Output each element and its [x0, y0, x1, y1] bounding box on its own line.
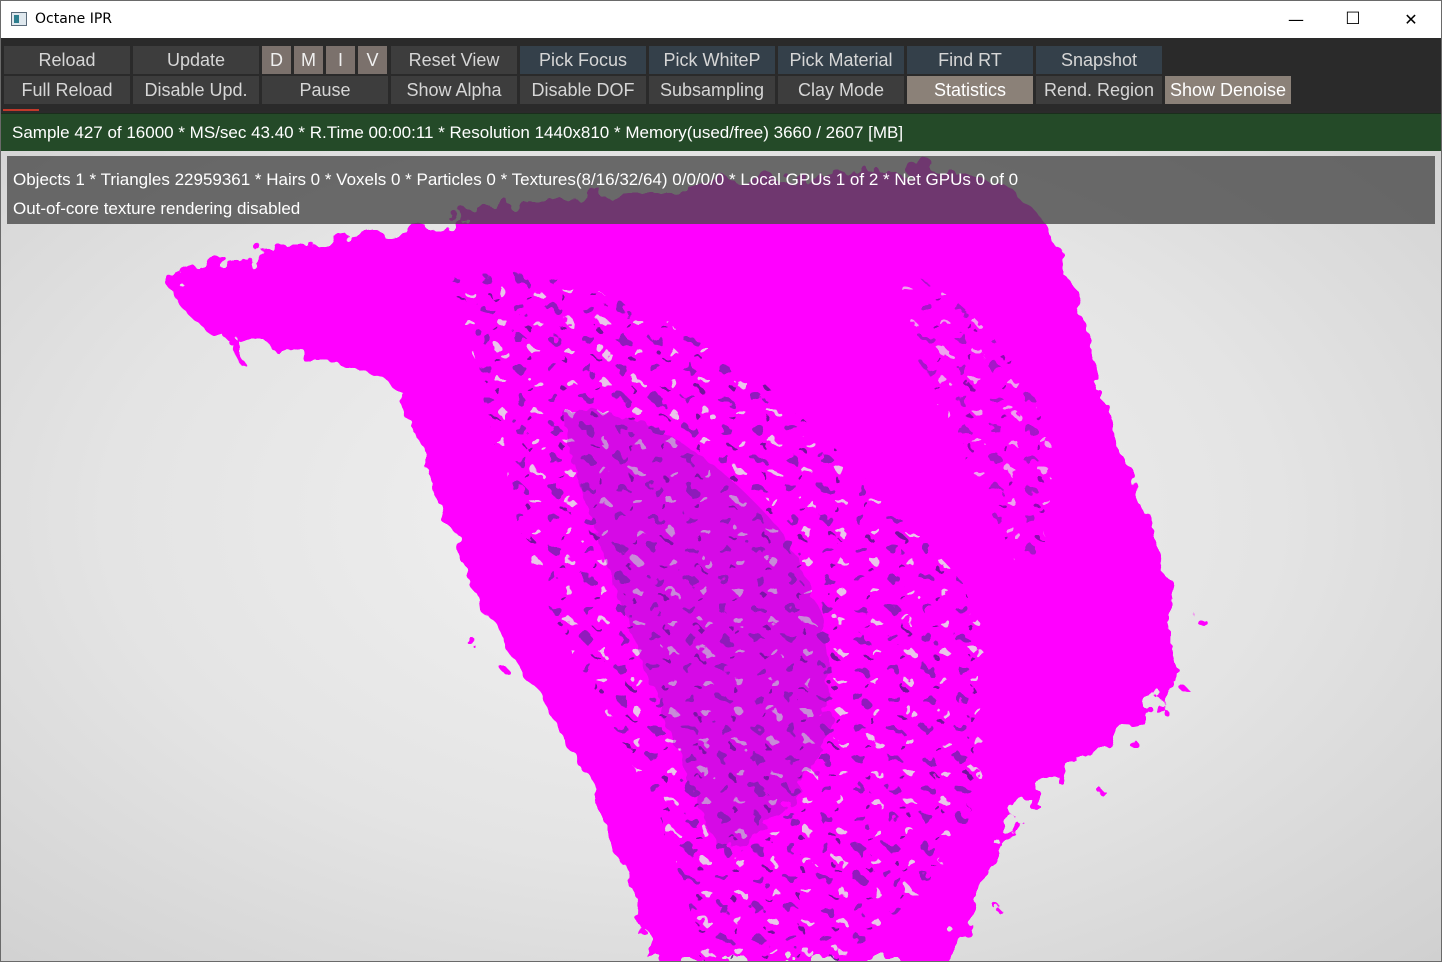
render-status-bar: Sample 427 of 16000 * MS/sec 43.40 * R.T…: [1, 113, 1441, 151]
full-reload-button[interactable]: Full Reload: [4, 76, 130, 104]
render-region-button[interactable]: Rend. Region: [1036, 76, 1162, 104]
title-bar[interactable]: Octane IPR — ☐ ✕: [1, 1, 1441, 38]
rendered-fluid-image: [171, 170, 1205, 961]
minimize-button[interactable]: —: [1267, 1, 1325, 38]
reload-button[interactable]: Reload: [4, 46, 130, 74]
i-toggle-button[interactable]: I: [326, 46, 355, 74]
app-icon: [11, 12, 27, 26]
statistics-button[interactable]: Statistics: [907, 76, 1033, 104]
v-toggle-button[interactable]: V: [358, 46, 387, 74]
window-title: Octane IPR: [35, 11, 113, 27]
render-viewport[interactable]: Objects 1 * Triangles 22959361 * Hairs 0…: [1, 151, 1441, 961]
octane-ipr-window: Octane IPR — ☐ ✕ Reload Update D M I V R…: [0, 0, 1442, 962]
out-of-core-status-text: Out-of-core texture rendering disabled: [13, 199, 301, 218]
maximize-button[interactable]: ☐: [1324, 1, 1382, 38]
close-button[interactable]: ✕: [1382, 1, 1440, 38]
snapshot-button[interactable]: Snapshot: [1036, 46, 1162, 74]
toolbar: Reload Update D M I V Reset View Pick Fo…: [1, 38, 1441, 111]
d-toggle-button[interactable]: D: [262, 46, 291, 74]
scene-statistics-text: Objects 1 * Triangles 22959361 * Hairs 0…: [13, 170, 1019, 189]
update-button[interactable]: Update: [133, 46, 259, 74]
find-rt-button[interactable]: Find RT: [907, 46, 1033, 74]
pick-material-button[interactable]: Pick Material: [778, 46, 904, 74]
render-statistics-overlay: Objects 1 * Triangles 22959361 * Hairs 0…: [7, 156, 1435, 224]
reset-view-button[interactable]: Reset View: [391, 46, 517, 74]
subsampling-button[interactable]: Subsampling: [649, 76, 775, 104]
pause-button[interactable]: Pause: [262, 76, 388, 104]
clay-mode-button[interactable]: Clay Mode: [778, 76, 904, 104]
progress-indicator: [3, 109, 39, 111]
disable-dof-button[interactable]: Disable DOF: [520, 76, 646, 104]
show-alpha-button[interactable]: Show Alpha: [391, 76, 517, 104]
show-denoise-button[interactable]: Show Denoise: [1165, 76, 1291, 104]
pick-focus-button[interactable]: Pick Focus: [520, 46, 646, 74]
pick-whitepoint-button[interactable]: Pick WhiteP: [649, 46, 775, 74]
disable-updates-button[interactable]: Disable Upd.: [133, 76, 259, 104]
m-toggle-button[interactable]: M: [294, 46, 323, 74]
